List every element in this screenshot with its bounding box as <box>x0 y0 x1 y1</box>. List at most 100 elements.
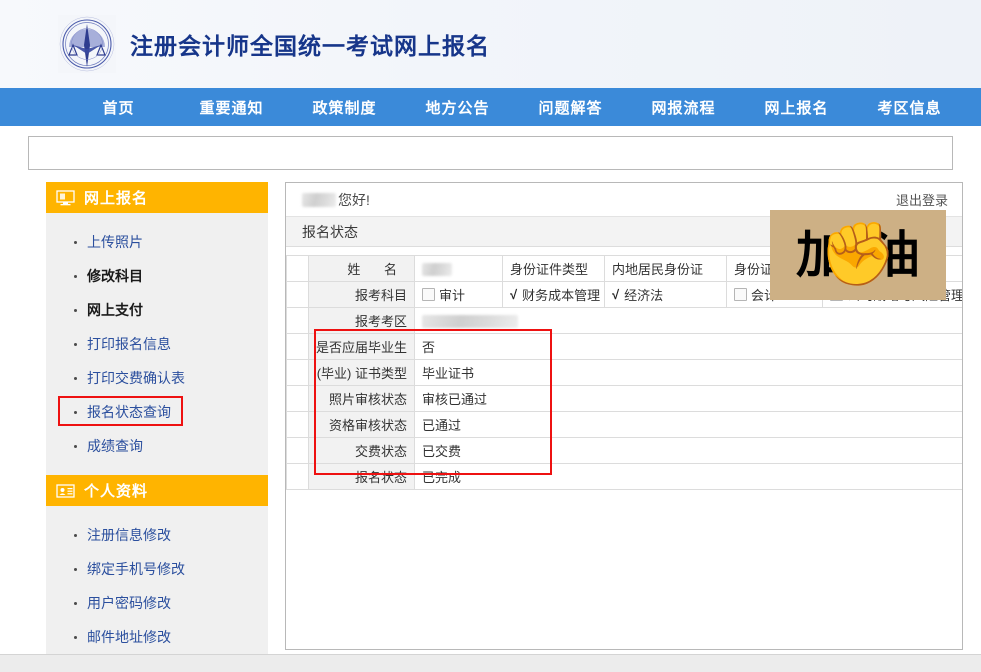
bullet-icon <box>74 636 77 639</box>
table-row: (毕业) 证书类型 毕业证书 <box>287 360 964 386</box>
nav-faq[interactable]: 问题解答 <box>514 88 627 126</box>
sidebar-list-personal-info: 注册信息修改 绑定手机号修改 用户密码修改 邮件地址修改 <box>46 506 268 666</box>
exam-area-value-redacted <box>422 315 518 328</box>
label-certificate-type: (毕业) 证书类型 <box>309 360 415 386</box>
sidebar-item-score-query[interactable]: 成绩查询 <box>46 429 268 463</box>
sidebar-item-label: 绑定手机号修改 <box>87 559 185 579</box>
nav-online-registration[interactable]: 网上报名 <box>740 88 853 126</box>
table-row: 是否应届毕业生 否 <box>287 334 964 360</box>
fist-hand-icon: ✊ <box>819 224 896 286</box>
sidebar-item-label: 打印报名信息 <box>87 334 171 354</box>
subject-label: 财务成本管理 <box>522 285 600 304</box>
main-navigation: 首页 重要通知 政策制度 地方公告 问题解答 网报流程 网上报名 考区信息 <box>0 88 981 126</box>
sidebar-item-registration-status-query[interactable]: 报名状态查询 <box>46 395 268 429</box>
user-name-redacted <box>302 193 336 207</box>
row-gutter <box>287 256 309 282</box>
subject-cell-economic-law[interactable]: √ 经济法 <box>605 282 727 308</box>
value-payment-status: 已交费 <box>415 438 964 464</box>
sidebar-item-label: 上传照片 <box>87 232 143 252</box>
sidebar-item-label: 报名状态查询 <box>87 402 171 422</box>
sidebar-item-label: 成绩查询 <box>87 436 143 456</box>
nav-process[interactable]: 网报流程 <box>627 88 740 126</box>
checkbox-icon[interactable] <box>422 288 435 301</box>
sidebar-section-title: 网上报名 <box>84 187 148 208</box>
sidebar-item-online-payment[interactable]: 网上支付 <box>46 293 268 327</box>
nav-local-announcement[interactable]: 地方公告 <box>401 88 514 126</box>
label-registration-status: 报名状态 <box>309 464 415 490</box>
sidebar-item-modify-password[interactable]: 用户密码修改 <box>46 586 268 620</box>
table-row: 交费状态 已交费 <box>287 438 964 464</box>
bullet-icon <box>74 411 77 414</box>
value-certificate-type: 毕业证书 <box>415 360 964 386</box>
checkmark-icon: √ <box>510 287 517 302</box>
sidebar-item-label: 网上支付 <box>87 300 143 320</box>
table-row-exam-area: 报考考区 <box>287 308 964 334</box>
registration-status-text: 已完成 <box>422 470 461 485</box>
sidebar-item-print-registration-info[interactable]: 打印报名信息 <box>46 327 268 361</box>
id-card-icon <box>56 483 75 499</box>
sidebar-item-modify-email[interactable]: 邮件地址修改 <box>46 620 268 654</box>
subject-cell-financial-cost-mgmt[interactable]: √ 财务成本管理 <box>503 282 605 308</box>
sidebar-item-label: 用户密码修改 <box>87 593 171 613</box>
value-exam-area <box>415 308 964 334</box>
value-is-fresh-graduate: 否 <box>415 334 964 360</box>
table-row: 资格审核状态 已通过 <box>287 412 964 438</box>
row-gutter <box>287 360 309 386</box>
subject-financial-cost-management[interactable]: √ 财务成本管理 <box>510 285 600 304</box>
sidebar-item-print-payment-confirmation[interactable]: 打印交费确认表 <box>46 361 268 395</box>
sidebar-item-modify-registration-info[interactable]: 注册信息修改 <box>46 518 268 552</box>
subject-cell-audit[interactable]: 审计 <box>415 282 503 308</box>
bullet-icon <box>74 241 77 244</box>
subject-label: 经济法 <box>624 285 663 304</box>
subject-audit[interactable]: 审计 <box>422 285 465 304</box>
sidebar-item-modify-bound-phone[interactable]: 绑定手机号修改 <box>46 552 268 586</box>
nav-exam-area-info[interactable]: 考区信息 <box>853 88 966 126</box>
checkbox-icon[interactable] <box>734 288 747 301</box>
label-name: 姓 名 <box>309 256 415 282</box>
sidebar-section-title: 个人资料 <box>84 480 148 501</box>
bullet-icon <box>74 343 77 346</box>
logout-link[interactable]: 退出登录 <box>896 190 948 209</box>
label-photo-review-status: 照片审核状态 <box>309 386 415 412</box>
nav-policy[interactable]: 政策制度 <box>288 88 401 126</box>
sidebar-item-modify-subjects[interactable]: 修改科目 <box>46 259 268 293</box>
sidebar-section-header-personal-info: 个人资料 <box>46 475 268 506</box>
value-id-type: 内地居民身份证 <box>605 256 727 282</box>
row-gutter <box>287 464 309 490</box>
sidebar-item-label: 修改科目 <box>87 266 143 286</box>
nav-important-notice[interactable]: 重要通知 <box>175 88 288 126</box>
bullet-icon <box>74 568 77 571</box>
sidebar-item-label: 邮件地址修改 <box>87 627 171 647</box>
page-title: 注册会计师全国统一考试网上报名 <box>130 27 490 61</box>
subject-label: 审计 <box>439 285 465 304</box>
checkmark-icon: √ <box>612 287 619 302</box>
label-name-text: 姓 名 <box>347 262 407 277</box>
greeting-text: 您好! <box>338 190 370 210</box>
table-row: 照片审核状态 审核已通过 <box>287 386 964 412</box>
table-row: 报名状态 已完成 <box>287 464 964 490</box>
bullet-icon <box>74 377 77 380</box>
sidebar-section-header-online-registration: 网上报名 <box>46 182 268 213</box>
greeting-left: 您好! <box>302 190 370 210</box>
label-payment-status: 交费状态 <box>309 438 415 464</box>
row-gutter <box>287 438 309 464</box>
value-photo-review-status: 审核已通过 <box>415 386 964 412</box>
sidebar-item-label: 注册信息修改 <box>87 525 171 545</box>
name-value-redacted <box>422 263 452 276</box>
label-exam-area: 报考考区 <box>309 308 415 334</box>
notice-banner <box>28 136 953 170</box>
section-title: 报名状态 <box>302 222 358 242</box>
site-header: 注册会计师全国统一考试网上报名 <box>0 0 981 88</box>
bullet-icon <box>74 602 77 605</box>
row-gutter <box>287 386 309 412</box>
row-gutter <box>287 412 309 438</box>
row-gutter <box>287 308 309 334</box>
sidebar-item-label: 打印交费确认表 <box>87 368 185 388</box>
sidebar-item-upload-photo[interactable]: 上传照片 <box>46 225 268 259</box>
bullet-icon <box>74 534 77 537</box>
cheer-sticker-overlay: 加油 ✊ <box>770 210 946 300</box>
nav-home[interactable]: 首页 <box>62 88 175 126</box>
bullet-icon <box>74 309 77 312</box>
value-registration-status: 已完成 <box>415 464 964 490</box>
subject-economic-law[interactable]: √ 经济法 <box>612 285 663 304</box>
